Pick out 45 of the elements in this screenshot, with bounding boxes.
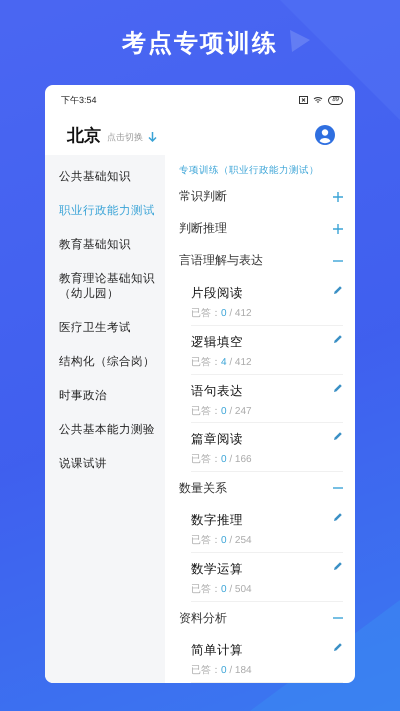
answer-count: 已答：0 / 247 (191, 404, 252, 418)
sidebar-item[interactable]: 医疗卫生考试 (59, 321, 159, 336)
pencil-icon[interactable] (333, 334, 343, 344)
sidebar-item[interactable]: 时事政治 (59, 389, 159, 404)
expand-icon[interactable] (333, 192, 343, 202)
wifi-icon (313, 96, 324, 104)
sidebar-item[interactable]: 公共基本能力测验 (59, 423, 159, 438)
answer-count: 已答：0 / 166 (191, 453, 252, 466)
expand-icon[interactable] (333, 224, 343, 234)
down-arrow-icon[interactable] (148, 130, 157, 142)
topic-name[interactable]: 简单计算 (191, 642, 252, 660)
pencil-icon[interactable] (333, 431, 343, 442)
section-subtitle: 专项训练（职业行政能力测试） (179, 164, 320, 178)
pencil-icon[interactable] (333, 512, 343, 522)
topic-name[interactable]: 片段阅读 (191, 284, 252, 302)
pencil-icon[interactable] (333, 382, 343, 393)
answer-count: 已答：0 / 412 (191, 306, 252, 320)
pencil-icon[interactable] (333, 284, 343, 295)
topic-name[interactable]: 数字推理 (191, 512, 252, 530)
answer-count: 已答：0 / 504 (191, 583, 252, 596)
sidebar-item[interactable]: 说课试讲 (59, 457, 159, 472)
topic-name[interactable]: 篇章阅读 (191, 431, 252, 448)
pencil-icon[interactable] (333, 642, 343, 652)
page-title: 考点专项训练 (122, 29, 278, 59)
answer-count: 已答：4 / 412 (191, 356, 252, 369)
status-time: 下午3:54 (61, 94, 97, 106)
topic-name[interactable]: 逻辑填空 (191, 334, 252, 351)
sidebar-item[interactable]: 教育基础知识 (59, 238, 159, 253)
notification-icon (299, 96, 308, 104)
pencil-icon[interactable] (333, 561, 343, 572)
answer-count: 已答：0 / 184 (191, 664, 252, 678)
sidebar-item[interactable]: 结构化（综合岗） (59, 355, 159, 370)
topic-name[interactable]: 语句表达 (191, 382, 252, 400)
sidebar-item[interactable]: 教育理论基础知识（幼儿园） (59, 272, 159, 302)
category-title[interactable]: 资料分析 (179, 610, 227, 627)
sidebar-item[interactable]: 公共基础知识 (59, 170, 159, 185)
category-title[interactable]: 常识判断 (179, 188, 227, 206)
category-title[interactable]: 判断推理 (179, 220, 227, 238)
topic-name[interactable]: 数学运算 (191, 561, 252, 578)
user-icon[interactable] (315, 125, 335, 145)
triangle-decoration (290, 30, 310, 52)
category-title[interactable]: 言语理解与表达 (179, 252, 263, 270)
answer-count: 已答：0 / 254 (191, 534, 252, 548)
category-title[interactable]: 数量关系 (179, 480, 227, 497)
city-name: 北京 (67, 124, 101, 146)
